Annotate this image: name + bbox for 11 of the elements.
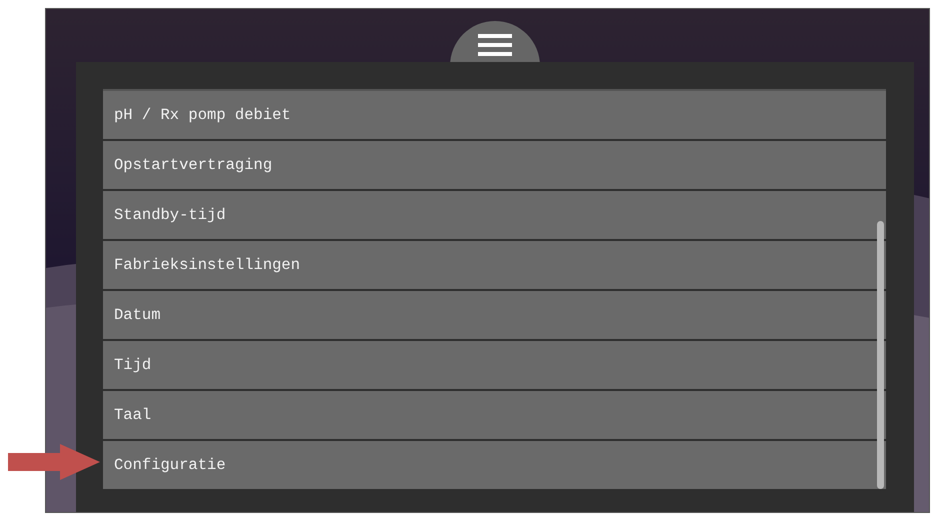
- menu-item[interactable]: Datum: [103, 291, 886, 339]
- menu-item[interactable]: Taal: [103, 391, 886, 439]
- menu-item[interactable]: Standby-tijd: [103, 191, 886, 239]
- scrollbar[interactable]: [877, 221, 884, 489]
- arrow-icon: [8, 444, 100, 480]
- menu-item[interactable]: Tijd: [103, 341, 886, 389]
- menu-item[interactable]: Opstartvertraging: [103, 141, 886, 189]
- menu-item[interactable]: pH / Rx pomp debiet: [103, 91, 886, 139]
- menu-icon: [478, 34, 512, 56]
- menu-item[interactable]: Fabrieksinstellingen: [103, 241, 886, 289]
- menu-item[interactable]: Configuratie: [103, 441, 886, 489]
